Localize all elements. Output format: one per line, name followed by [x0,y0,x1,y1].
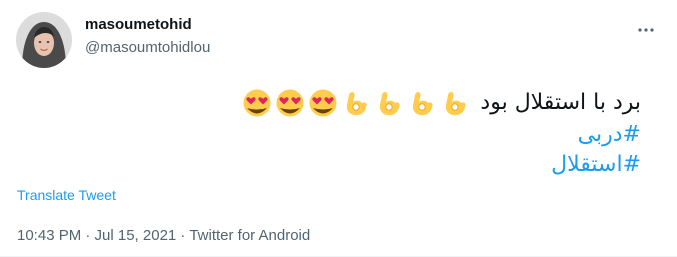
display-name[interactable]: masoumetohid [85,15,192,35]
ok-hand-emoji [374,88,404,118]
heart-eyes-emoji [242,88,272,118]
hashtag-link[interactable]: #دربی [41,120,641,150]
ok-hand-emoji [440,88,470,118]
user-handle[interactable]: @masoumtohidlou [85,38,210,58]
translate-tweet-link[interactable]: Translate Tweet [17,187,116,203]
tweet-text: برد با استقلال بود #دربی #استقلال [41,86,641,180]
ok-hand-emoji [341,88,371,118]
emoji-group [242,88,470,118]
tweet-card: masoumetohid @masoumtohidlou برد با استق… [0,0,677,257]
heart-eyes-emoji [275,88,305,118]
hashtag-link[interactable]: #استقلال [41,150,641,180]
tweet-text-content: برد با استقلال بود [480,90,641,115]
more-horizontal-icon[interactable] [636,20,656,40]
tweet-timestamp[interactable]: 10:43 PM · Jul 15, 2021 · Twitter for An… [17,226,310,246]
ok-hand-emoji [407,88,437,118]
heart-eyes-emoji [308,88,338,118]
avatar[interactable] [16,12,72,68]
tweet-text-line: برد با استقلال بود [41,86,641,120]
